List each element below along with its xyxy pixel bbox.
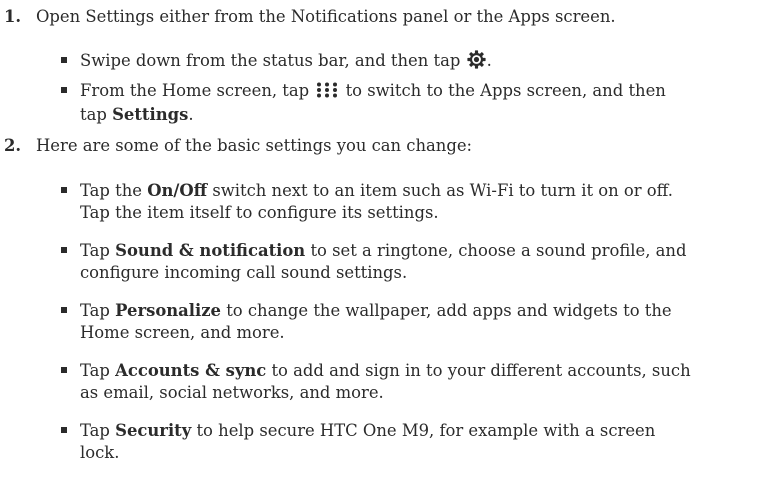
bullet-marker bbox=[61, 87, 67, 93]
bullet-text: Tap the On/Off switch next to an item su… bbox=[80, 181, 673, 222]
bullet-marker bbox=[61, 307, 67, 313]
bullet-marker bbox=[61, 57, 67, 63]
step-number: 1. bbox=[4, 7, 22, 26]
bullet-text: Tap Personalize to change the wallpaper,… bbox=[80, 301, 672, 342]
bullet-text: Tap Security to help secure HTC One M9, … bbox=[80, 421, 656, 462]
bullet-marker bbox=[61, 247, 67, 253]
bullet-text: Tap Accounts & sync to add and sign in t… bbox=[80, 361, 691, 402]
bullet-text: Tap Sound & notification to set a ringto… bbox=[80, 241, 687, 282]
bullet-text: From the Home screen, tap to switch to t… bbox=[80, 81, 666, 124]
bullet-text: Swipe down from the status bar, and then… bbox=[80, 50, 750, 75]
settings-label: Settings bbox=[112, 105, 189, 124]
step-text: Here are some of the basic settings you … bbox=[36, 136, 473, 155]
instructions-page: 1. Open Settings either from the Notific… bbox=[0, 0, 762, 487]
bullet-marker bbox=[61, 427, 67, 433]
apps-grid-icon bbox=[316, 82, 338, 104]
gear-icon bbox=[466, 50, 486, 75]
bullet-marker bbox=[61, 187, 67, 193]
step-text: Open Settings either from the Notificati… bbox=[36, 7, 616, 26]
step-number: 2. bbox=[4, 136, 22, 155]
bullet-marker bbox=[61, 367, 67, 373]
